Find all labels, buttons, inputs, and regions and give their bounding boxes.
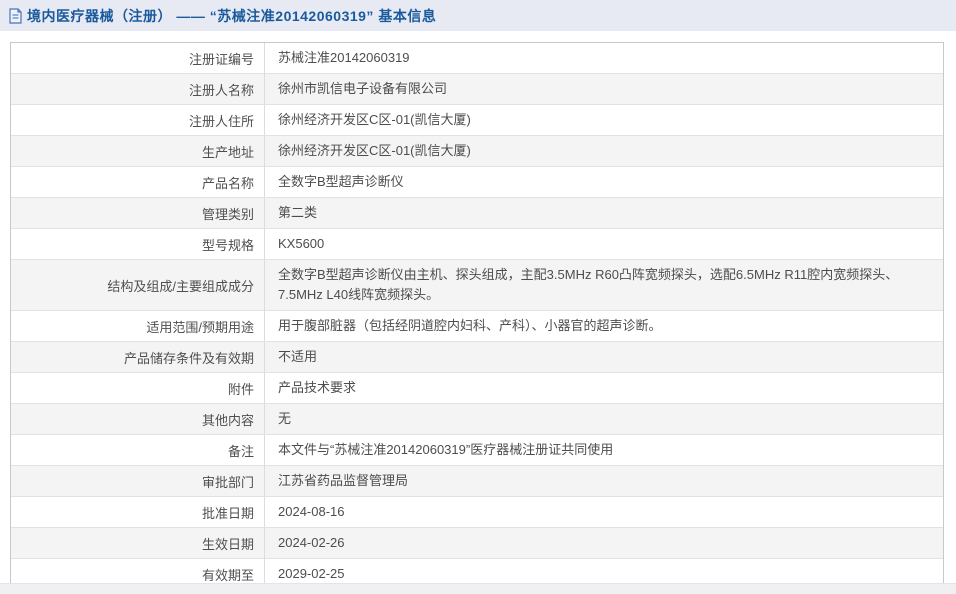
row-value: 2024-08-16 — [264, 497, 943, 527]
row-value: 用于腹部脏器（包括经阴道腔内妇科、产科）、小器官的超声诊断。 — [264, 311, 943, 341]
row-value: 无 — [264, 404, 943, 434]
row-value: 徐州经济开发区C区-01(凯信大厦) — [264, 136, 943, 166]
row-value: 产品技术要求 — [264, 373, 943, 403]
row-label: 型号规格 — [201, 237, 254, 253]
page-title: 境内医疗器械（注册） —— “苏械注准20142060319” 基本信息 — [27, 7, 437, 24]
registration-info-table: 注册证编号 苏械注准20142060319 注册人名称 徐州市凯信电子设备有限公… — [10, 42, 944, 594]
row-value: 苏械注准20142060319 — [264, 43, 943, 73]
row-value: 本文件与“苏械注准20142060319”医疗器械注册证共同使用 — [264, 435, 943, 465]
table-row: 生产地址 徐州经济开发区C区-01(凯信大厦) — [11, 135, 943, 166]
row-value: KX5600 — [264, 229, 943, 259]
table-row: 注册人名称 徐州市凯信电子设备有限公司 — [11, 73, 943, 104]
table-row: 注册证编号 苏械注准20142060319 — [11, 43, 943, 73]
document-icon — [9, 7, 22, 24]
table-row: 结构及组成/主要组成成分 全数字B型超声诊断仪由主机、探头组成，主配3.5MHz… — [11, 259, 943, 310]
row-value: 不适用 — [264, 342, 943, 372]
table-row: 生效日期 2024-02-26 — [11, 527, 943, 558]
row-value: 徐州市凯信电子设备有限公司 — [264, 74, 943, 104]
table-row: 审批部门 江苏省药品监督管理局 — [11, 465, 943, 496]
table-row: 型号规格 KX5600 — [11, 228, 943, 259]
row-label: 审批部门 — [201, 474, 254, 490]
row-value: 全数字B型超声诊断仪由主机、探头组成，主配3.5MHz R60凸阵宽频探头，选配… — [264, 260, 943, 310]
row-value: 徐州经济开发区C区-01(凯信大厦) — [264, 105, 943, 135]
row-label: 管理类别 — [201, 206, 254, 222]
bottom-strip — [0, 583, 956, 594]
row-value: 江苏省药品监督管理局 — [264, 466, 943, 496]
table-row: 附件 产品技术要求 — [11, 372, 943, 403]
table-row: 产品名称 全数字B型超声诊断仪 — [11, 166, 943, 197]
row-label: 产品储存条件及有效期 — [123, 350, 254, 366]
table-row: 批准日期 2024-08-16 — [11, 496, 943, 527]
row-label: 附件 — [227, 381, 254, 397]
table-row: 其他内容 无 — [11, 403, 943, 434]
table-row: 备注 本文件与“苏械注准20142060319”医疗器械注册证共同使用 — [11, 434, 943, 465]
row-label: 其他内容 — [201, 412, 254, 428]
table-row: 适用范围/预期用途 用于腹部脏器（包括经阴道腔内妇科、产科）、小器官的超声诊断。 — [11, 310, 943, 341]
row-label: 适用范围/预期用途 — [146, 319, 254, 335]
row-value: 全数字B型超声诊断仪 — [264, 167, 943, 197]
row-label: 批准日期 — [201, 505, 254, 521]
row-label: 备注 — [227, 443, 254, 459]
row-value: 2024-02-26 — [264, 528, 943, 558]
row-label: 结构及组成/主要组成成分 — [107, 278, 254, 294]
page-header: 境内医疗器械（注册） —— “苏械注准20142060319” 基本信息 — [0, 0, 956, 31]
row-label: 生产地址 — [201, 144, 254, 160]
row-label: 注册人住所 — [188, 113, 254, 129]
table-row: 管理类别 第二类 — [11, 197, 943, 228]
row-label: 注册人名称 — [188, 82, 254, 98]
row-label: 生效日期 — [201, 536, 254, 552]
table-row: 产品储存条件及有效期 不适用 — [11, 341, 943, 372]
row-label: 注册证编号 — [188, 51, 254, 67]
table-row: 注册人住所 徐州经济开发区C区-01(凯信大厦) — [11, 104, 943, 135]
row-value: 第二类 — [264, 198, 943, 228]
row-label: 产品名称 — [201, 175, 254, 191]
